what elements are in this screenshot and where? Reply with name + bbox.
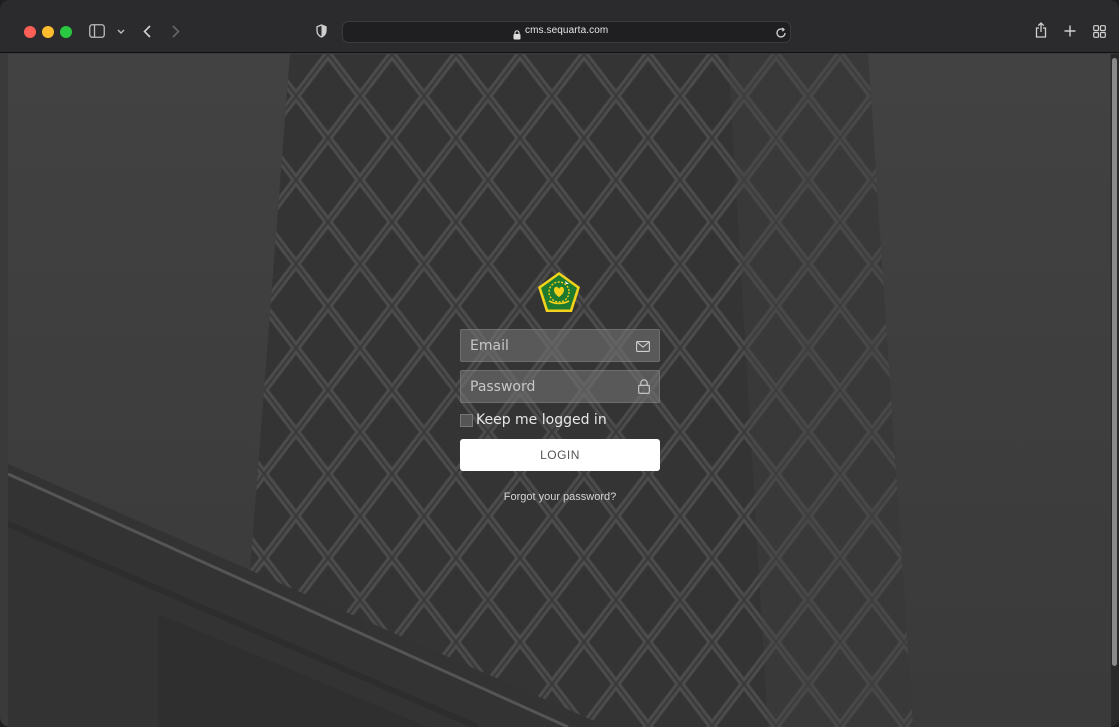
minimize-window-button[interactable] [42, 26, 54, 38]
browser-window: cms.sequarta.com Email Keep me logged in… [0, 0, 1119, 727]
remember-label[interactable]: Keep me logged in [476, 412, 607, 428]
share-icon[interactable] [1035, 22, 1047, 38]
page-content: Keep me logged in LOGIN Forgot your pass… [8, 54, 1110, 727]
chevron-down-icon[interactable] [117, 29, 125, 34]
zoom-window-button[interactable] [60, 26, 72, 38]
email-input[interactable] [461, 330, 659, 361]
lock-icon [513, 27, 521, 45]
mail-icon [636, 339, 650, 357]
browser-toolbar: cms.sequarta.com [0, 0, 1119, 53]
password-input[interactable] [461, 371, 659, 402]
reload-icon[interactable] [775, 26, 787, 44]
tab-overview-icon[interactable] [1093, 25, 1106, 38]
address-bar[interactable]: cms.sequarta.com [342, 21, 791, 43]
padlock-icon [638, 379, 650, 399]
login-button[interactable]: LOGIN [460, 439, 660, 471]
email-field[interactable] [460, 329, 660, 362]
ministry-logo [538, 272, 580, 312]
back-icon[interactable] [143, 25, 151, 38]
remember-checkbox[interactable] [460, 414, 473, 427]
new-tab-icon[interactable] [1064, 25, 1076, 37]
scrollbar-thumb[interactable] [1112, 58, 1117, 666]
password-field[interactable] [460, 370, 660, 403]
privacy-shield-icon[interactable] [316, 24, 327, 38]
forward-icon[interactable] [172, 25, 180, 38]
scrollbar[interactable] [1111, 54, 1119, 727]
close-window-button[interactable] [24, 26, 36, 38]
sidebar-icon[interactable] [89, 24, 105, 38]
url-text: cms.sequarta.com [525, 25, 609, 36]
forgot-password-link[interactable]: Forgot your password? [460, 491, 660, 503]
